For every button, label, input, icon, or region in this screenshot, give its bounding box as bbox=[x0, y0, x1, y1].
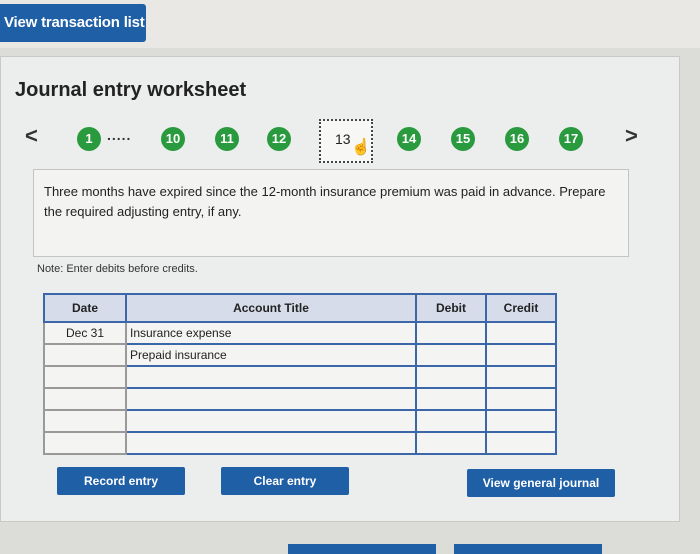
date-cell[interactable] bbox=[43, 387, 127, 411]
debit-cell[interactable] bbox=[415, 431, 487, 455]
col-date: Date bbox=[43, 293, 127, 323]
table-row bbox=[43, 387, 557, 411]
instruction-box: Three months have expired since the 12-m… bbox=[33, 169, 629, 257]
table-row bbox=[43, 409, 557, 433]
step-1[interactable]: 1 bbox=[77, 127, 101, 151]
date-cell[interactable]: Dec 31 bbox=[43, 321, 127, 345]
col-credit: Credit bbox=[485, 293, 557, 323]
debit-cell[interactable] bbox=[415, 365, 487, 389]
step-12[interactable]: 12 bbox=[267, 127, 291, 151]
step-13-current[interactable]: 13 ☝ bbox=[319, 119, 373, 163]
col-account-title: Account Title bbox=[125, 293, 417, 323]
table-row: Dec 31 Insurance expense bbox=[43, 321, 557, 345]
step-ellipsis: ..... bbox=[107, 127, 132, 143]
account-cell[interactable] bbox=[125, 409, 417, 433]
date-cell[interactable] bbox=[43, 431, 127, 455]
table-row: Prepaid insurance bbox=[43, 343, 557, 367]
step-16[interactable]: 16 bbox=[505, 127, 529, 151]
date-cell[interactable] bbox=[43, 409, 127, 433]
date-cell[interactable] bbox=[43, 365, 127, 389]
prev-arrow-icon[interactable]: < bbox=[25, 123, 38, 149]
credit-cell[interactable] bbox=[485, 365, 557, 389]
credit-cell[interactable] bbox=[485, 321, 557, 345]
col-debit: Debit bbox=[415, 293, 487, 323]
step-10[interactable]: 10 bbox=[161, 127, 185, 151]
debit-cell[interactable] bbox=[415, 387, 487, 411]
view-transaction-list-button[interactable]: View transaction list bbox=[0, 4, 146, 42]
account-cell[interactable] bbox=[125, 365, 417, 389]
step-14[interactable]: 14 bbox=[397, 127, 421, 151]
worksheet-title: Journal entry worksheet bbox=[15, 79, 247, 101]
next-arrow-icon[interactable]: > bbox=[625, 123, 638, 149]
step-11[interactable]: 11 bbox=[215, 127, 239, 151]
credit-cell[interactable] bbox=[485, 431, 557, 455]
debit-cell[interactable] bbox=[415, 321, 487, 345]
account-cell[interactable] bbox=[125, 387, 417, 411]
note-text: Note: Enter debits before credits. bbox=[37, 263, 198, 275]
account-cell[interactable]: Prepaid insurance bbox=[125, 343, 417, 367]
step-13-label: 13 bbox=[335, 131, 351, 147]
journal-worksheet-panel: Journal entry worksheet < 1 ..... 10 11 … bbox=[0, 56, 680, 522]
table-row bbox=[43, 431, 557, 455]
credit-cell[interactable] bbox=[485, 387, 557, 411]
bottom-button-right[interactable] bbox=[454, 544, 602, 554]
debit-cell[interactable] bbox=[415, 343, 487, 367]
credit-cell[interactable] bbox=[485, 409, 557, 433]
view-general-journal-button[interactable]: View general journal bbox=[467, 469, 615, 497]
step-17[interactable]: 17 bbox=[559, 127, 583, 151]
journal-entry-table: Date Account Title Debit Credit Dec 31 I… bbox=[43, 293, 557, 455]
table-row bbox=[43, 365, 557, 389]
date-cell[interactable] bbox=[43, 343, 127, 367]
credit-cell[interactable] bbox=[485, 343, 557, 367]
account-cell[interactable]: Insurance expense bbox=[125, 321, 417, 345]
clear-entry-button[interactable]: Clear entry bbox=[221, 467, 349, 495]
account-cell[interactable] bbox=[125, 431, 417, 455]
bottom-button-left[interactable] bbox=[288, 544, 436, 554]
hand-cursor-icon: ☝ bbox=[351, 139, 371, 156]
step-15[interactable]: 15 bbox=[451, 127, 475, 151]
debit-cell[interactable] bbox=[415, 409, 487, 433]
record-entry-button[interactable]: Record entry bbox=[57, 467, 185, 495]
